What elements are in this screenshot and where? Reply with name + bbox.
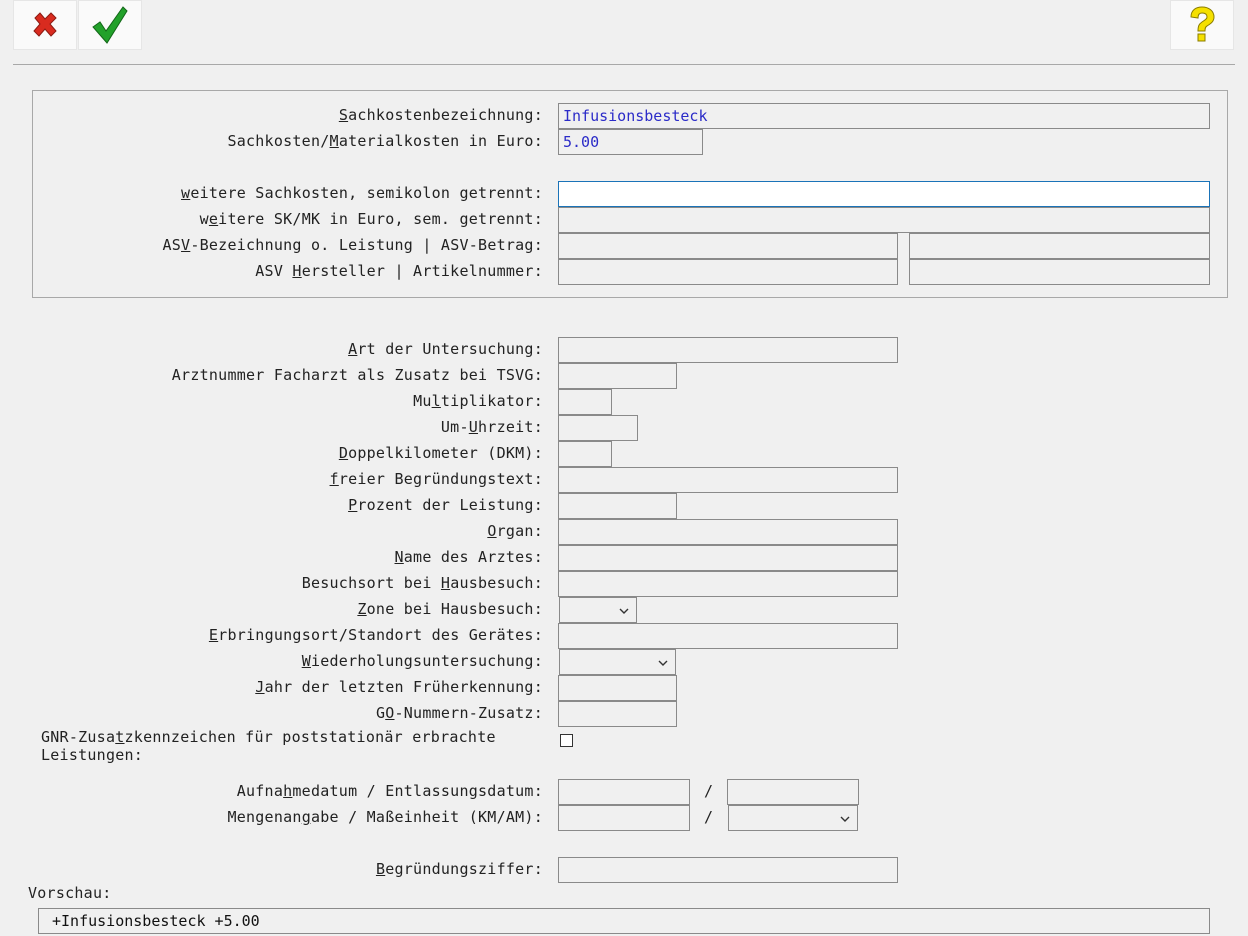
multiplikator-label: Multiplikator:: [413, 392, 543, 410]
sachkosten-input[interactable]: Infusionsbesteck: [558, 103, 1210, 129]
wiederholung-label: Wiederholungsuntersuchung:: [301, 652, 543, 670]
doppelkilometer-label: Doppelkilometer (DKM):: [338, 444, 543, 462]
mengenangabe-input[interactable]: [558, 805, 690, 831]
toolbar-separator: [13, 64, 1235, 65]
jahr-label: Jahr der letzten Früherkennung:: [255, 678, 543, 696]
begruendungsziffer-label: Begründungsziffer:: [375, 860, 543, 878]
uhrzeit-label: Um-Uhrzeit:: [440, 418, 543, 436]
arztnummer-label: Arztnummer Facharzt als Zusatz bei TSVG:: [171, 366, 543, 384]
prozent-input[interactable]: [558, 493, 677, 519]
erbringungsort-label: Erbringungsort/Standort des Gerätes:: [208, 626, 543, 644]
confirm-button[interactable]: [78, 0, 142, 50]
sachkosten-label: Sachkostenbezeichnung:: [338, 106, 543, 124]
asv-bezeichnung-label: ASV-Bezeichnung o. Leistung | ASV-Betrag…: [162, 236, 543, 254]
art-input[interactable]: [558, 337, 898, 363]
question-mark-icon: [1190, 6, 1215, 42]
go-zusatz-label: GO-Nummern-Zusatz:: [375, 704, 543, 722]
weitere-sk-label: weitere SK/MK in Euro, sem. getrennt:: [199, 210, 543, 228]
date-separator: /: [704, 782, 714, 800]
unit-separator: /: [704, 808, 714, 826]
chevron-down-icon: [658, 660, 668, 666]
help-button[interactable]: [1170, 0, 1234, 50]
chevron-down-icon: [619, 608, 629, 614]
close-icon: [33, 12, 57, 37]
prozent-label: Prozent der Leistung:: [348, 496, 543, 514]
artikelnummer-input[interactable]: [909, 259, 1210, 285]
weitere-sk-input[interactable]: [558, 207, 1210, 233]
wiederholung-select[interactable]: [559, 649, 676, 675]
preview-label: Vorschau:: [28, 884, 112, 902]
doppelkilometer-input[interactable]: [558, 441, 612, 467]
materialkosten-input[interactable]: 5.00: [558, 129, 703, 155]
arzt-name-input[interactable]: [558, 545, 898, 571]
organ-input[interactable]: [558, 519, 898, 545]
mengenangabe-label: Mengenangabe / Maßeinheit (KM/AM):: [227, 808, 543, 826]
organ-label: Organ:: [487, 522, 543, 540]
gnr-checkbox[interactable]: [560, 734, 573, 747]
masseinheit-select[interactable]: [728, 805, 858, 831]
begruendungsziffer-input[interactable]: [558, 857, 898, 883]
zone-label: Zone bei Hausbesuch:: [357, 600, 543, 618]
preview-field: +Infusionsbesteck +5.00: [38, 908, 1210, 934]
besuchsort-label: Besuchsort bei Hausbesuch:: [301, 574, 543, 592]
arzt-name-label: Name des Arztes:: [394, 548, 543, 566]
freier-text-label: freier Begründungstext:: [329, 470, 543, 488]
multiplikator-input[interactable]: [558, 389, 612, 415]
art-label: Art der Untersuchung:: [348, 340, 543, 358]
checkmark-icon: [92, 6, 128, 44]
arztnummer-input[interactable]: [558, 363, 677, 389]
weitere-sachkosten-input[interactable]: [558, 181, 1210, 207]
materialkosten-label: Sachkosten/Materialkosten in Euro:: [227, 132, 543, 150]
chevron-down-icon: [840, 816, 850, 822]
uhrzeit-input[interactable]: [558, 415, 638, 441]
freier-text-input[interactable]: [558, 467, 898, 493]
go-zusatz-input[interactable]: [558, 701, 677, 727]
zone-select[interactable]: [559, 597, 637, 623]
gnr-label: GNR-Zusatzkennzeichen für poststationär …: [41, 728, 496, 764]
entlassungsdatum-input[interactable]: [727, 779, 859, 805]
jahr-input[interactable]: [558, 675, 677, 701]
asv-hersteller-label: ASV Hersteller | Artikelnummer:: [255, 262, 543, 280]
asv-betrag-input[interactable]: [909, 233, 1210, 259]
asv-hersteller-input[interactable]: [558, 259, 898, 285]
erbringungsort-input[interactable]: [558, 623, 898, 649]
weitere-sachkosten-label: weitere Sachkosten, semikolon getrennt:: [181, 184, 543, 202]
aufnahmedatum-label: Aufnahmedatum / Entlassungsdatum:: [236, 782, 543, 800]
aufnahmedatum-input[interactable]: [558, 779, 690, 805]
asv-bezeichnung-input[interactable]: [558, 233, 898, 259]
cancel-button[interactable]: [13, 0, 77, 50]
besuchsort-input[interactable]: [558, 571, 898, 597]
